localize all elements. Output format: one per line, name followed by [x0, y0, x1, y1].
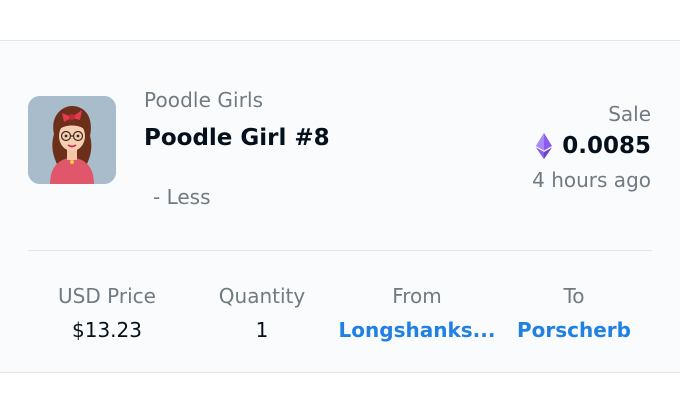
event-timestamp[interactable]: 4 hours ago	[532, 168, 651, 192]
from-column: From Longshanks...	[337, 284, 497, 342]
from-label: From	[392, 284, 442, 308]
less-toggle[interactable]: - Less	[153, 185, 211, 209]
poodle-girl-avatar-icon	[28, 96, 116, 184]
to-column: To Porscherb	[494, 284, 654, 342]
sale-price: 0.0085	[562, 133, 651, 159]
quantity-label: Quantity	[218, 284, 306, 308]
usd-price-value: $13.23	[72, 318, 142, 342]
top-band	[0, 0, 680, 40]
divider	[28, 250, 652, 251]
ethereum-icon	[536, 133, 553, 159]
activity-card: Poodle Girls Poodle Girl #8 - Less Sale …	[0, 40, 680, 373]
to-label: To	[563, 284, 585, 308]
quantity-column: Quantity 1	[182, 284, 342, 342]
price-row: 0.0085	[536, 133, 651, 159]
item-name[interactable]: Poodle Girl #8	[144, 125, 330, 151]
event-type-label: Sale	[608, 102, 651, 126]
from-address-link[interactable]: Longshanks...	[337, 318, 497, 342]
collection-name[interactable]: Poodle Girls	[144, 88, 263, 112]
usd-price-column: USD Price $13.23	[27, 284, 187, 342]
nft-thumbnail[interactable]	[28, 96, 116, 184]
usd-price-label: USD Price	[58, 284, 156, 308]
to-address-link[interactable]: Porscherb	[494, 318, 654, 342]
quantity-value: 1	[255, 318, 269, 342]
